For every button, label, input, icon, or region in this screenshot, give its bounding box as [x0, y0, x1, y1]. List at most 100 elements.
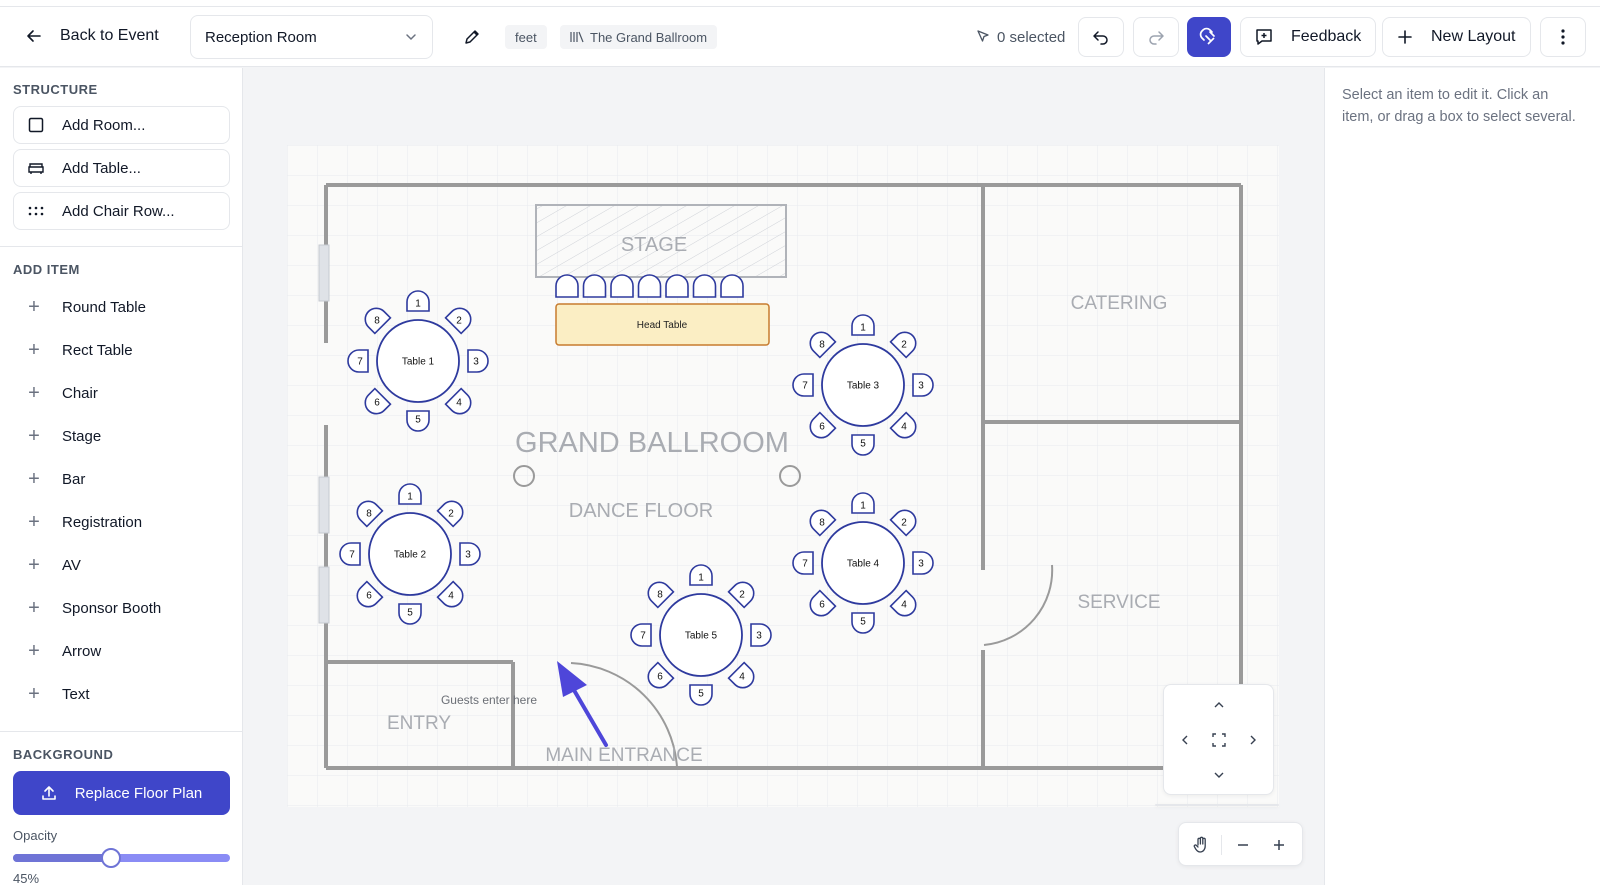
seat-number: 5 [415, 415, 421, 426]
head-seat[interactable] [637, 274, 662, 298]
floor-plan-canvas[interactable]: STAGE Head Table CATERING GRAND BALLROOM… [287, 145, 1279, 807]
opacity-label: Opacity [13, 828, 58, 843]
add-arrow[interactable]: + Arrow [26, 636, 101, 666]
seat-number: 8 [819, 517, 825, 528]
add-item-label: Sponsor Booth [62, 599, 162, 617]
properties-panel: Select an item to edit it. Click an item… [1324, 68, 1600, 885]
ballroom-label: GRAND BALLROOM [515, 427, 789, 459]
redo-button[interactable] [1133, 17, 1179, 57]
head-seat[interactable] [720, 274, 744, 298]
add-rect-table[interactable]: + Rect Table [26, 335, 133, 365]
add-room-button[interactable]: Add Room... [13, 106, 230, 144]
replace-floor-plan-button[interactable]: Replace Floor Plan [13, 771, 230, 815]
seat-number: 7 [802, 559, 808, 570]
layout-select[interactable]: Reception Room [190, 15, 433, 59]
table-label: Table 3 [847, 381, 880, 392]
pan-left-button[interactable] [1173, 728, 1197, 752]
plus-icon: + [28, 382, 40, 404]
left-sidebar: STRUCTURE Add Room... Add Table... Add C… [0, 68, 243, 885]
plus-icon: + [28, 296, 40, 318]
add-table-button[interactable]: Add Table... [13, 149, 230, 187]
zoom-out-button[interactable] [1231, 833, 1255, 857]
entry-label: ENTRY [387, 713, 451, 734]
add-bar[interactable]: + Bar [26, 464, 85, 494]
units-tag-label: feet [515, 29, 537, 45]
seat-number: 3 [473, 357, 479, 368]
pan-right-button[interactable] [1241, 728, 1265, 752]
library-icon [570, 31, 584, 43]
add-item-label: Round Table [62, 298, 146, 316]
add-av[interactable]: + AV [26, 550, 81, 580]
fit-view-button[interactable] [1207, 728, 1231, 752]
spacer [1155, 804, 1279, 806]
add-round-table[interactable]: + Round Table [26, 292, 146, 322]
plus-icon [1274, 840, 1284, 850]
pan-down-button[interactable] [1207, 763, 1231, 787]
sidebar-divider [0, 246, 243, 247]
head-seat[interactable] [610, 274, 634, 298]
add-chair-row-button[interactable]: Add Chair Row... [13, 192, 230, 230]
feedback-button[interactable]: Feedback [1240, 17, 1377, 57]
seat-number: 2 [448, 508, 454, 519]
add-item-label: Rect Table [62, 341, 133, 359]
seat-number: 8 [819, 339, 825, 350]
head-seat[interactable] [692, 274, 717, 298]
undo-button[interactable] [1078, 17, 1124, 57]
add-text[interactable]: + Text [26, 679, 89, 709]
seat-number: 3 [918, 559, 924, 570]
head-seat[interactable] [555, 274, 579, 298]
seat-number: 1 [860, 501, 866, 512]
zoom-in-button[interactable] [1267, 833, 1291, 857]
rename-layout-button[interactable] [458, 23, 486, 51]
hand-icon [1193, 836, 1206, 853]
seat-number: 4 [448, 591, 454, 602]
more-menu-button[interactable] [1540, 17, 1586, 57]
pencil-icon [465, 30, 479, 44]
add-chair[interactable]: + Chair [26, 378, 98, 408]
units-tag: feet [505, 25, 547, 49]
arrow-left-icon [27, 30, 41, 42]
add-registration[interactable]: + Registration [26, 507, 142, 537]
venue-tag[interactable]: The Grand Ballroom [560, 25, 718, 49]
plus-icon [1398, 30, 1412, 44]
square-icon [28, 117, 44, 133]
add-item-heading: ADD ITEM [13, 262, 80, 277]
add-stage[interactable]: + Stage [26, 421, 101, 451]
seat-number: 6 [657, 672, 663, 683]
table-label: Table 2 [394, 550, 427, 561]
pan-controls [1163, 684, 1274, 795]
back-label: Back to Event [60, 27, 159, 44]
hand-tool-button[interactable] [1189, 833, 1213, 857]
seat-number: 2 [901, 339, 907, 350]
seat-number: 5 [698, 689, 704, 700]
head-seat[interactable] [582, 274, 607, 298]
back-to-event-button[interactable]: Back to Event [26, 20, 159, 52]
add-sponsor-booth[interactable]: + Sponsor Booth [26, 593, 161, 623]
seat-number: 2 [901, 517, 907, 528]
seat-number: 1 [415, 299, 421, 310]
add-item-label: Chair [62, 384, 98, 402]
head-seat[interactable] [665, 274, 689, 298]
opacity-slider-fill [13, 854, 111, 862]
new-layout-button[interactable]: New Layout [1382, 17, 1531, 57]
seat-number: 7 [802, 381, 808, 392]
seat-number: 4 [901, 600, 907, 611]
seat-number: 2 [739, 589, 745, 600]
table-label: Table 1 [402, 357, 435, 368]
seat-number: 7 [349, 550, 355, 561]
venue-tag-label: The Grand Ballroom [590, 29, 708, 45]
opacity-slider[interactable] [13, 848, 230, 868]
opacity-slider-thumb[interactable] [100, 848, 121, 868]
plus-icon: + [28, 468, 40, 490]
pan-up-button[interactable] [1207, 693, 1231, 717]
seat-number: 5 [860, 617, 866, 628]
floor-plan-svg[interactable]: STAGE Head Table CATERING GRAND BALLROOM… [287, 145, 1279, 807]
add-table-label: Add Table... [62, 159, 141, 177]
minus-icon [1238, 844, 1248, 846]
add-item-label: Stage [62, 427, 102, 445]
add-item-label: AV [62, 556, 81, 574]
chevron-up-icon [1214, 702, 1224, 708]
structure-heading: STRUCTURE [13, 82, 98, 97]
snap-toggle-button[interactable] [1187, 17, 1231, 57]
plus-icon: + [28, 554, 40, 576]
